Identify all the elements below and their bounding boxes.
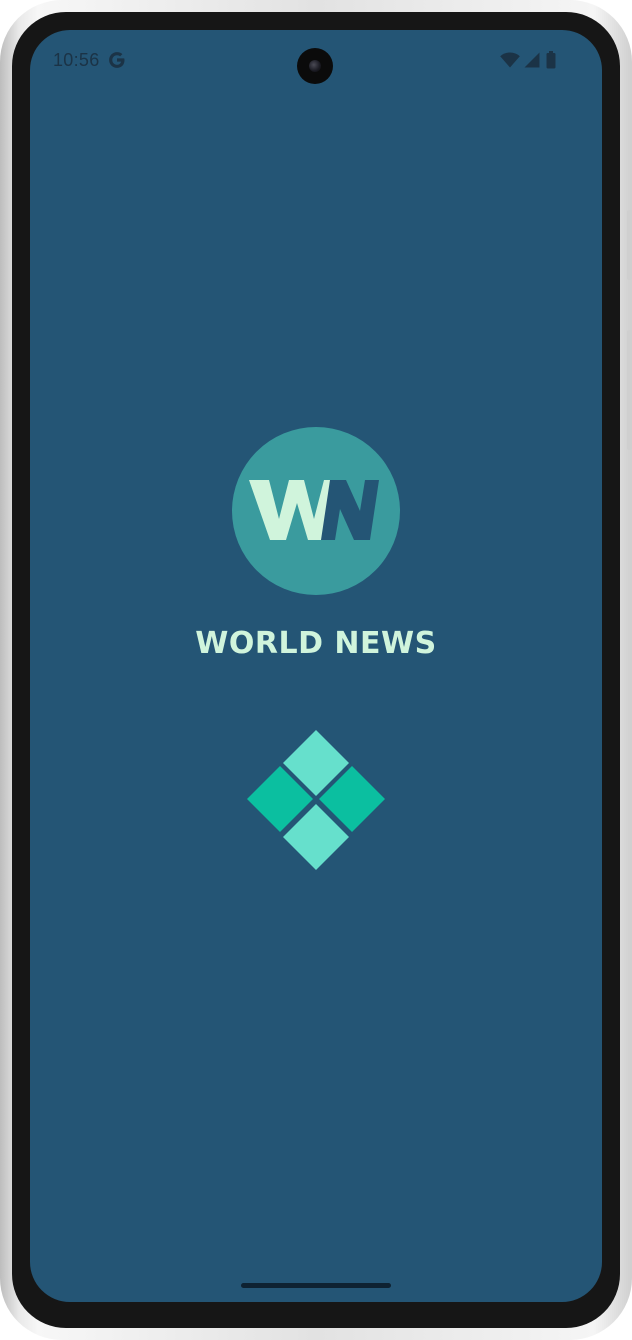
app-screen: 10:56 WORLD NEWS <box>30 30 602 1302</box>
front-camera <box>297 48 333 84</box>
volume-button <box>627 330 632 450</box>
loading-diamond-icon <box>247 730 385 870</box>
app-logo <box>232 427 400 595</box>
logo-wn-icon <box>249 480 379 540</box>
google-g-icon <box>109 52 125 68</box>
cellular-signal-icon <box>524 52 540 68</box>
status-time: 10:56 <box>53 50 100 70</box>
app-title: WORLD NEWS <box>195 626 437 661</box>
phone-frame: 10:56 WORLD NEWS <box>0 0 632 1340</box>
wifi-icon <box>500 52 520 68</box>
battery-icon <box>546 51 556 69</box>
status-bar: 10:56 <box>30 30 602 94</box>
status-icons <box>500 51 564 70</box>
power-button <box>627 210 632 280</box>
home-indicator[interactable] <box>241 1283 391 1288</box>
